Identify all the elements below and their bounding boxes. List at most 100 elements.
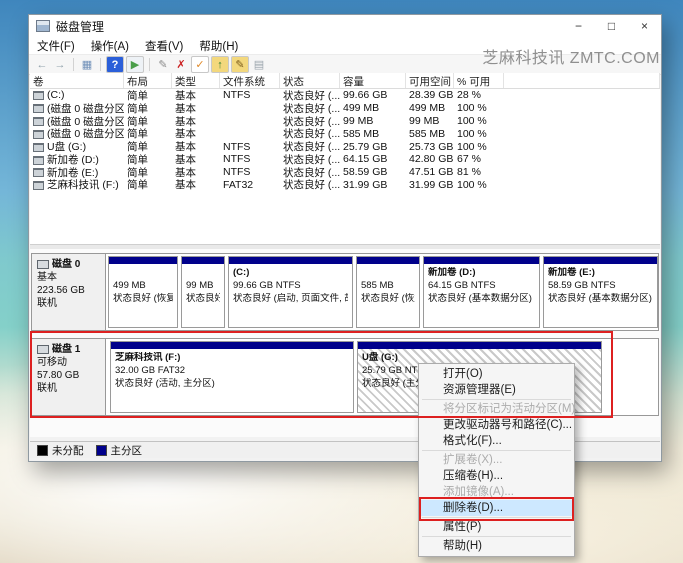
disk-icon [37, 345, 49, 354]
menu-item: 将分区标记为活动分区(M) [419, 401, 574, 417]
legend-unallocated: 未分配 [37, 443, 84, 458]
menu-separator [422, 517, 571, 518]
disk1-size: 57.80 GB [37, 369, 100, 382]
disk1-header[interactable]: 磁盘 1 可移动 57.80 GB 联机 [32, 339, 106, 415]
partition-f-drive[interactable]: 芝麻科技讯 (F:)32.00 GB FAT32状态良好 (活动, 主分区) [110, 341, 354, 413]
disk0-header[interactable]: 磁盘 0 基本 223.56 GB 联机 [32, 254, 106, 330]
partition-e-drive[interactable]: 新加卷 (E:)58.59 GB NTFS状态良好 (基本数据分区) [543, 256, 658, 328]
volume-context-menu: 打开(O)资源管理器(E) 将分区标记为活动分区(M)更改驱动器号和路径(C)..… [418, 363, 575, 557]
table-row[interactable]: 芝麻科技讯 (F:)简单基本FAT32状态良好 (...31.99 GB31.9… [30, 179, 660, 192]
column-header[interactable]: 类型 [172, 73, 220, 88]
table-cell: 31.99 GB [340, 178, 406, 192]
menu-item[interactable]: 资源管理器(E) [419, 382, 574, 398]
table-cell [220, 133, 280, 135]
table-cell-filler [504, 158, 660, 160]
menu-item[interactable]: 格式化(F)... [419, 433, 574, 449]
menu-separator [422, 399, 571, 400]
menu-item[interactable]: 删除卷(D)... [419, 500, 574, 516]
column-header[interactable]: 卷 [30, 73, 124, 88]
disk0-status: 联机 [37, 297, 100, 310]
folder-edit-icon[interactable]: ✎ [231, 56, 249, 73]
check-doc-icon[interactable]: ✓ [191, 56, 209, 73]
disk0-size: 223.56 GB [37, 284, 100, 297]
column-header[interactable]: 布局 [124, 73, 172, 88]
delete-icon[interactable]: ✗ [173, 57, 189, 72]
menu-item[interactable]: 帮助(H) [419, 538, 574, 554]
app-icon [36, 20, 50, 32]
watermark-text: 芝麻科技讯 ZMTC.COM [482, 44, 660, 68]
rescan-icon[interactable]: ✎ [155, 57, 171, 72]
menu-view[interactable]: 查看(V) [137, 38, 191, 54]
menu-item: 添加镜像(A)... [419, 484, 574, 500]
column-header[interactable]: 文件系统 [220, 73, 280, 88]
menu-item: 扩展卷(X)... [419, 452, 574, 468]
close-button[interactable]: × [628, 15, 661, 37]
partition-recovery-585mb[interactable]: 585 MB状态良好 (恢复 [356, 256, 420, 328]
toolbar-separator [73, 58, 74, 71]
table-cell: NTFS [220, 88, 280, 102]
menu-item[interactable]: 打开(O) [419, 366, 574, 382]
primary-partition-stripe [182, 257, 224, 264]
column-header[interactable]: % 可用 [454, 73, 504, 88]
disk-icon [37, 260, 49, 269]
primary-partition-stripe [111, 342, 353, 349]
disk0-kind: 基本 [37, 271, 100, 284]
help-icon[interactable]: ? [106, 56, 124, 73]
toolbar-separator [149, 58, 150, 71]
table-cell: FAT32 [220, 178, 280, 192]
primary-partition-stripe [357, 257, 419, 264]
table-cell: 100 % [454, 178, 504, 192]
menu-item[interactable]: 更改驱动器号和路径(C)... [419, 417, 574, 433]
column-header-filler [504, 73, 660, 88]
folder-up-icon[interactable]: ↑ [211, 56, 229, 73]
disk1-status: 联机 [37, 382, 100, 395]
partition-system-99mb[interactable]: 99 MB状态良好 ( [181, 256, 225, 328]
table-cell-filler [504, 133, 660, 135]
primary-partition-stripe [358, 342, 601, 349]
primary-partition-color-swatch [96, 445, 107, 456]
table-cell-filler [504, 120, 660, 122]
menu-separator [422, 450, 571, 451]
unallocated-color-swatch [37, 445, 48, 456]
column-header[interactable]: 可用空间 [406, 73, 454, 88]
partition-c-drive[interactable]: (C:)99.66 GB NTFS状态良好 (启动, 页面文件, 故障 [228, 256, 353, 328]
console-tree-icon[interactable]: ▦ [79, 57, 95, 72]
legend-primary-partition: 主分区 [96, 443, 143, 458]
table-cell-filler [504, 146, 660, 148]
column-header[interactable]: 容量 [340, 73, 406, 88]
maximize-button[interactable]: □ [595, 15, 628, 37]
table-cell-filler [504, 171, 660, 173]
disk1-kind: 可移动 [37, 356, 100, 369]
primary-partition-stripe [424, 257, 539, 264]
volume-icon [33, 181, 44, 190]
table-cell [220, 120, 280, 122]
menu-file[interactable]: 文件(F) [29, 38, 83, 54]
menu-help[interactable]: 帮助(H) [191, 38, 246, 54]
table-cell-filler [504, 107, 660, 109]
menu-separator [422, 536, 571, 537]
action-pane-icon[interactable]: ▶ [126, 56, 144, 73]
table-cell: 状态良好 (... [280, 176, 340, 193]
menu-item[interactable]: 压缩卷(H)... [419, 468, 574, 484]
column-header[interactable]: 状态 [280, 73, 340, 88]
table-cell [220, 107, 280, 109]
title-bar[interactable]: 磁盘管理 − □ × [29, 15, 661, 37]
forward-icon[interactable]: → [52, 57, 68, 72]
partition-d-drive[interactable]: 新加卷 (D:)64.15 GB NTFS状态良好 (基本数据分区) [423, 256, 540, 328]
window-controls: − □ × [562, 15, 661, 37]
table-cell: 简单 [124, 176, 172, 193]
disk1-name: 磁盘 1 [52, 343, 80, 356]
fields-icon[interactable]: ▤ [251, 57, 267, 72]
partition-recovery-499mb[interactable]: 499 MB状态良好 (恢复 [108, 256, 178, 328]
disk0-row: 磁盘 0 基本 223.56 GB 联机 499 MB状态良好 (恢复 99 M… [31, 253, 659, 331]
toolbar-separator [100, 58, 101, 71]
minimize-button[interactable]: − [562, 15, 595, 37]
table-cell: 31.99 GB [406, 178, 454, 192]
primary-partition-stripe [544, 257, 657, 264]
back-icon[interactable]: ← [34, 57, 50, 72]
menu-action[interactable]: 操作(A) [83, 38, 137, 54]
primary-partition-stripe [229, 257, 352, 264]
menu-item[interactable]: 属性(P) [419, 519, 574, 535]
volume-list: 卷布局类型文件系统状态容量可用空间% 可用 (C:)简单基本NTFS状态良好 (… [30, 73, 660, 244]
primary-partition-stripe [109, 257, 177, 264]
